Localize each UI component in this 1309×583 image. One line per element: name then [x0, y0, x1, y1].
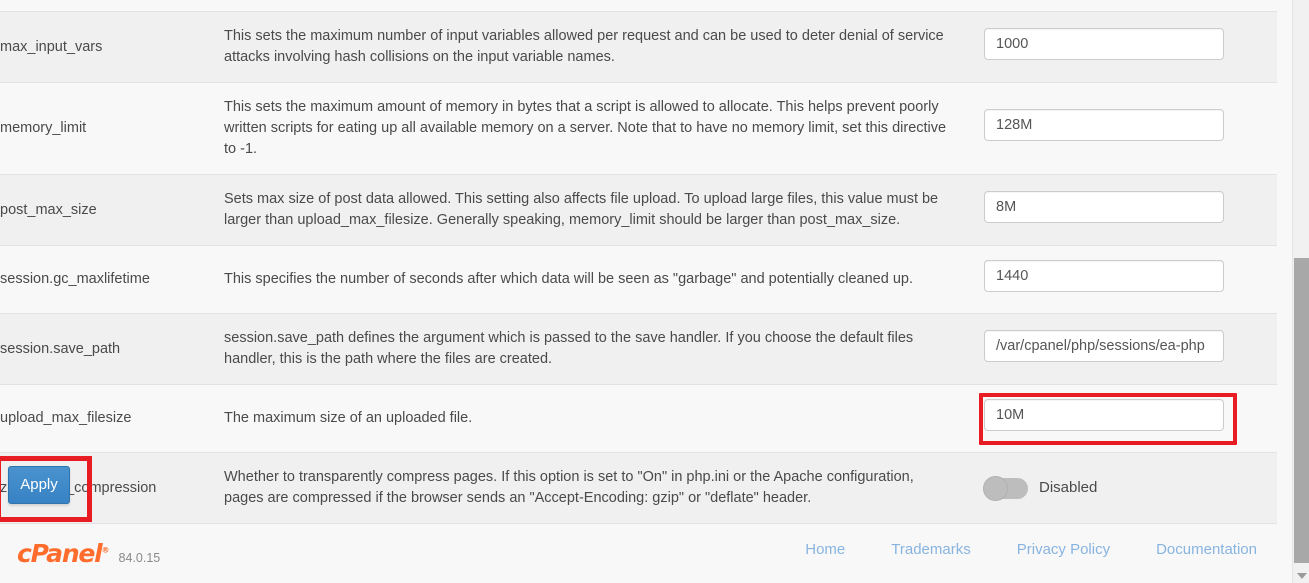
directive-value-cell: 1440 [984, 245, 1277, 315]
table-top-spacer [0, 0, 1277, 11]
directive-value-cell: 1000 [984, 10, 1277, 84]
value-input-wrapper: 1440 [984, 260, 1224, 293]
value-input[interactable]: /var/cpanel/php/sessions/ea-php [984, 329, 1224, 362]
cpanel-logo-text: cPanel [17, 539, 103, 568]
description-line: attacks involving hash collisions on the… [224, 49, 615, 66]
settings-scroll-region: max_input_vars This sets the maximum numb… [0, 0, 1292, 583]
value-input-wrapper: 1000 [984, 27, 1224, 60]
directive-description: session.save_path defines the argument w… [224, 313, 984, 386]
description-line: to -1. [224, 141, 258, 158]
directive-name: max_input_vars [0, 10, 224, 84]
directives-table-body: max_input_vars This sets the maximum numb… [0, 10, 1277, 525]
directive-description: The maximum size of an uploaded file. [224, 384, 984, 454]
directive-value-cell: /var/cpanel/php/sessions/ea-php [984, 313, 1277, 386]
directive-description: This specifies the number of seconds aft… [224, 245, 984, 315]
page-footer: cPanel® 84.0.15 Home Trademarks Privacy Po… [0, 527, 1277, 583]
cpanel-logo: cPanel® [17, 539, 110, 568]
description-line: This sets the maximum amount of memory i… [224, 99, 939, 116]
value-input[interactable]: 10M [984, 399, 1224, 432]
description-line: Sets max size of post data allowed. This… [224, 191, 939, 208]
directive-name: memory_limit [0, 82, 224, 176]
value-input[interactable]: 1000 [984, 27, 1224, 60]
description-line: handler, this is the path where the file… [224, 351, 553, 368]
description-line: larger than upload_max_filesize. General… [224, 212, 901, 229]
value-input[interactable]: 1440 [984, 260, 1224, 293]
table-row: max_input_vars This sets the maximum numb… [0, 10, 1277, 84]
directive-name: post_max_size [0, 174, 224, 247]
directive-description: This sets the maximum amount of memory i… [224, 82, 984, 176]
directive-value-cell: 128M [984, 82, 1277, 176]
footer-links: Home Trademarks Privacy Policy Documentatio… [805, 541, 1257, 558]
description-line: session.save_path defines the argument w… [224, 330, 914, 347]
directive-value-cell: 8M [984, 174, 1277, 247]
directive-description: Sets max size of post data allowed. This… [224, 174, 984, 247]
directive-name: session.gc_maxlifetime [0, 245, 224, 315]
php-ini-editor-page: max_input_vars This sets the maximum numb… [0, 0, 1309, 583]
directive-name: upload_max_filesize [0, 384, 224, 454]
footer-link-documentation[interactable]: Documentation [1156, 541, 1257, 558]
vertical-scrollbar[interactable] [1292, 0, 1309, 583]
php-directives-table: max_input_vars This sets the maximum numb… [0, 10, 1277, 525]
directive-description: This sets the maximum number of input va… [224, 10, 984, 84]
cpanel-branding: cPanel® 84.0.15 [17, 539, 160, 568]
table-row: session.gc_maxlifetime This specifies the… [0, 245, 1277, 315]
directives-table-wrapper: max_input_vars This sets the maximum numb… [0, 10, 1277, 525]
apply-bar: Apply [0, 456, 1277, 526]
table-row: memory_limit This sets the maximum amount… [0, 82, 1277, 176]
table-row: upload_max_filesize The maximum size of a… [0, 384, 1277, 454]
value-input-wrapper: 128M [984, 109, 1224, 142]
directive-value-cell: 10M [979, 384, 1277, 454]
footer-link-trademarks[interactable]: Trademarks [891, 541, 970, 558]
value-input-wrapper: 8M [984, 190, 1224, 223]
value-input[interactable]: 128M [984, 109, 1224, 142]
footer-link-home[interactable]: Home [805, 541, 845, 558]
table-row: post_max_size Sets max size of post data … [0, 174, 1277, 247]
registered-mark-icon: ® [101, 545, 110, 555]
description-line: The maximum size of an uploaded file. [224, 410, 473, 427]
scrollbar-thumb[interactable] [1294, 258, 1309, 563]
apply-button[interactable]: Apply [8, 466, 70, 504]
chevron-down-icon[interactable] [1297, 573, 1307, 579]
value-input-highlight: 10M [979, 393, 1237, 446]
value-input-wrapper: /var/cpanel/php/sessions/ea-php [984, 329, 1224, 362]
cpanel-version: 84.0.15 [118, 551, 161, 565]
description-line: written scripts for eating up all availa… [224, 120, 947, 137]
value-input[interactable]: 8M [984, 190, 1224, 223]
description-line: This specifies the number of seconds aft… [224, 271, 913, 288]
footer-link-privacy-policy[interactable]: Privacy Policy [1017, 541, 1110, 558]
description-line: This sets the maximum number of input va… [224, 28, 944, 44]
table-row: session.save_path session.save_path defin… [0, 313, 1277, 386]
directive-name: session.save_path [0, 313, 224, 386]
apply-button-highlight: Apply [0, 456, 92, 522]
